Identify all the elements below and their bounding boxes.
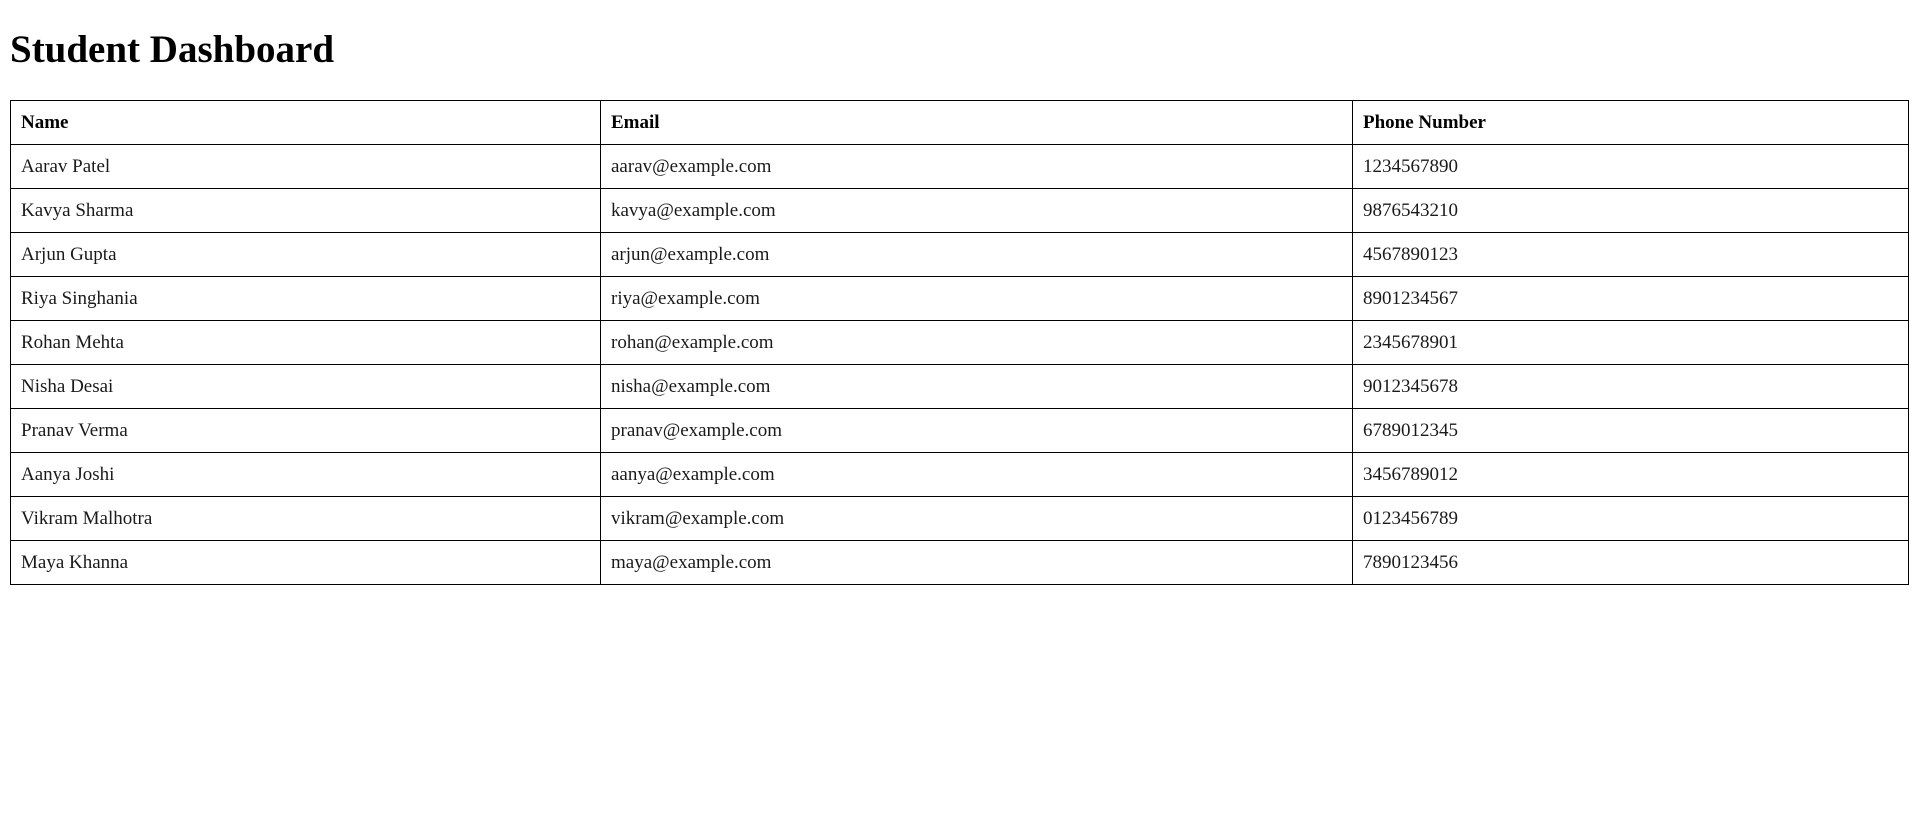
header-email: Email [600, 100, 1353, 145]
cell-email: aanya@example.com [600, 452, 1353, 497]
cell-email: rohan@example.com [600, 320, 1353, 365]
table-row: Arjun Gupta arjun@example.com 4567890123 [10, 232, 1909, 277]
table-header-row: Name Email Phone Number [10, 100, 1909, 145]
page: Student Dashboard Name Email Phone Numbe… [0, 0, 1915, 585]
cell-email: kavya@example.com [600, 188, 1353, 233]
table-row: Riya Singhania riya@example.com 89012345… [10, 276, 1909, 321]
header-name: Name [10, 100, 601, 145]
cell-phone: 3456789012 [1352, 452, 1909, 497]
table-row: Aarav Patel aarav@example.com 1234567890 [10, 144, 1909, 189]
cell-name: Pranav Verma [10, 408, 601, 453]
cell-phone: 7890123456 [1352, 540, 1909, 585]
cell-name: Nisha Desai [10, 364, 601, 409]
cell-phone: 0123456789 [1352, 496, 1909, 541]
cell-email: vikram@example.com [600, 496, 1353, 541]
table-row: Kavya Sharma kavya@example.com 987654321… [10, 188, 1909, 233]
cell-phone: 2345678901 [1352, 320, 1909, 365]
cell-email: riya@example.com [600, 276, 1353, 321]
table-row: Nisha Desai nisha@example.com 9012345678 [10, 364, 1909, 409]
cell-email: arjun@example.com [600, 232, 1353, 277]
students-table: Name Email Phone Number Aarav Patel aara… [10, 100, 1909, 585]
cell-name: Aarav Patel [10, 144, 601, 189]
cell-name: Rohan Mehta [10, 320, 601, 365]
cell-name: Vikram Malhotra [10, 496, 601, 541]
cell-name: Arjun Gupta [10, 232, 601, 277]
cell-phone: 4567890123 [1352, 232, 1909, 277]
cell-email: pranav@example.com [600, 408, 1353, 453]
page-title: Student Dashboard [10, 28, 335, 71]
cell-phone: 1234567890 [1352, 144, 1909, 189]
cell-email: nisha@example.com [600, 364, 1353, 409]
table-row: Maya Khanna maya@example.com 7890123456 [10, 540, 1909, 585]
cell-phone: 9876543210 [1352, 188, 1909, 233]
cell-name: Aanya Joshi [10, 452, 601, 497]
cell-email: maya@example.com [600, 540, 1353, 585]
cell-name: Kavya Sharma [10, 188, 601, 233]
cell-name: Maya Khanna [10, 540, 601, 585]
cell-phone: 9012345678 [1352, 364, 1909, 409]
table-row: Aanya Joshi aanya@example.com 3456789012 [10, 452, 1909, 497]
cell-email: aarav@example.com [600, 144, 1353, 189]
table-row: Rohan Mehta rohan@example.com 2345678901 [10, 320, 1909, 365]
table-row: Pranav Verma pranav@example.com 67890123… [10, 408, 1909, 453]
cell-phone: 6789012345 [1352, 408, 1909, 453]
cell-name: Riya Singhania [10, 276, 601, 321]
header-phone-number: Phone Number [1352, 100, 1909, 145]
table-row: Vikram Malhotra vikram@example.com 01234… [10, 496, 1909, 541]
cell-phone: 8901234567 [1352, 276, 1909, 321]
